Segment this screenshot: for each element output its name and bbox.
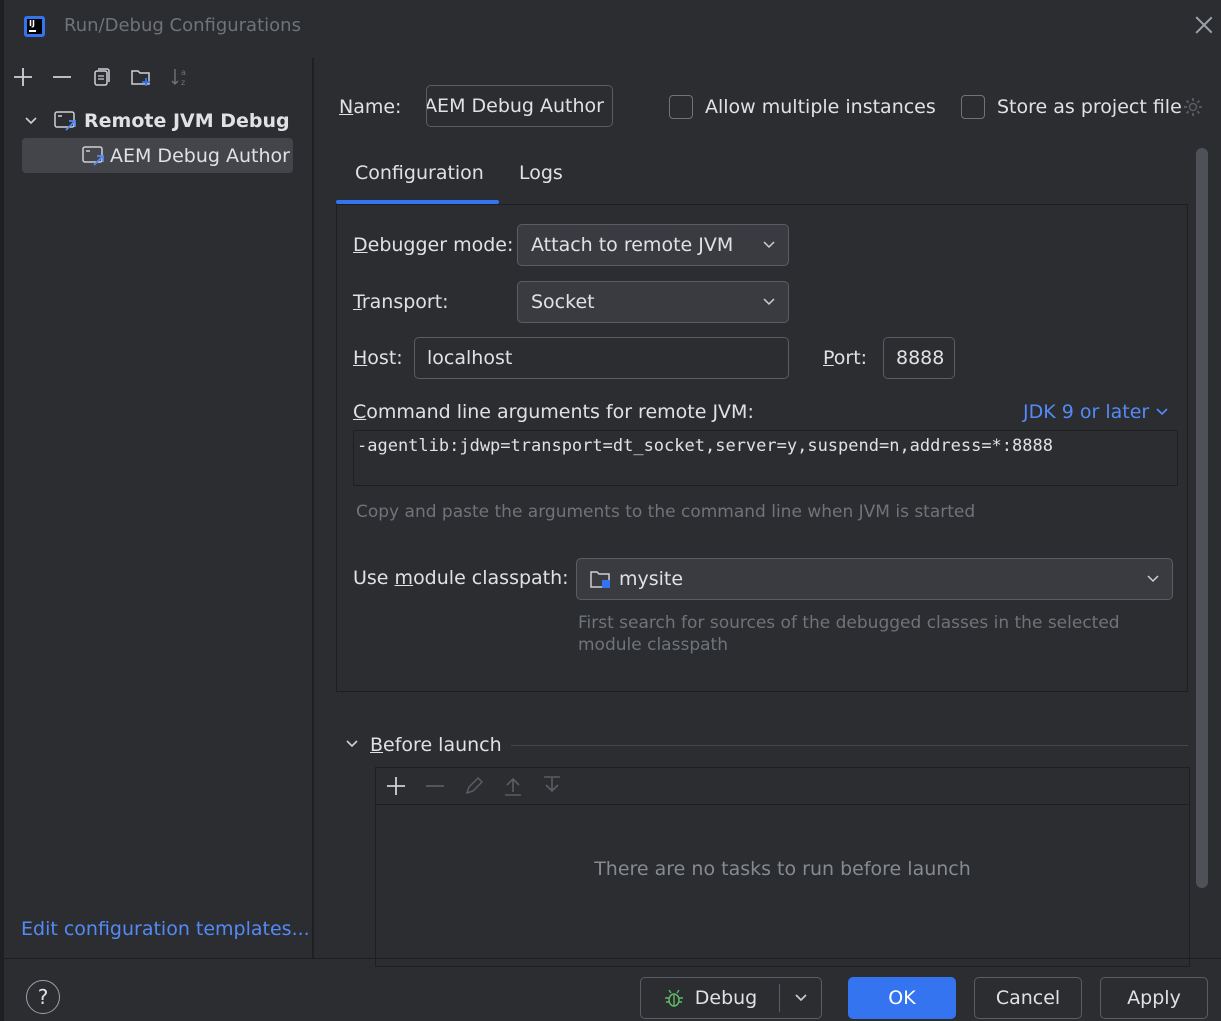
copy-configuration-button[interactable] bbox=[90, 66, 112, 88]
port-label: Port: bbox=[823, 347, 868, 369]
footer-divider bbox=[4, 958, 1221, 959]
tab-logs[interactable]: Logs bbox=[519, 158, 563, 204]
before-launch-separator bbox=[511, 745, 1188, 746]
add-configuration-button[interactable] bbox=[12, 66, 34, 88]
tree-group-label: Remote JVM Debug bbox=[84, 110, 290, 132]
tree-item-aem-debug-author[interactable]: AEM Debug Author bbox=[22, 138, 293, 173]
chevron-down-icon bbox=[1156, 408, 1168, 416]
chevron-down-icon[interactable] bbox=[794, 991, 808, 1005]
debug-split-button: Debug bbox=[640, 977, 822, 1019]
configuration-editor: Name: AEM Debug Author Allow multiple in… bbox=[316, 58, 1221, 967]
before-launch-toolbar bbox=[376, 768, 1189, 805]
plus-icon[interactable] bbox=[384, 774, 408, 798]
host-label: Host: bbox=[353, 347, 403, 369]
new-folder-button[interactable] bbox=[130, 66, 152, 88]
jdk-version-dropdown[interactable]: JDK 9 or later bbox=[1023, 401, 1169, 423]
transport-label: Transport: bbox=[353, 291, 449, 313]
chevron-down-icon bbox=[1147, 575, 1159, 583]
remote-debug-icon bbox=[54, 111, 76, 131]
move-down-icon[interactable] bbox=[540, 774, 564, 798]
host-input[interactable]: localhost bbox=[414, 337, 789, 379]
cancel-button[interactable]: Cancel bbox=[974, 977, 1082, 1019]
title-bar: Run/Debug Configurations bbox=[4, 0, 1221, 54]
allow-multiple-instances-label: Allow multiple instances bbox=[705, 96, 936, 118]
name-input[interactable]: AEM Debug Author bbox=[426, 85, 613, 127]
module-classpath-hint-line1: First search for sources of the debugged… bbox=[578, 613, 1120, 633]
tab-configuration[interactable]: Configuration bbox=[355, 158, 484, 204]
command-line-args-hint: Copy and paste the arguments to the comm… bbox=[356, 502, 976, 522]
edit-configuration-templates-link[interactable]: Edit configuration templates... bbox=[21, 918, 310, 940]
tree-group-remote-jvm-debug[interactable]: Remote JVM Debug bbox=[24, 106, 294, 136]
close-icon[interactable] bbox=[1193, 14, 1215, 36]
debugger-mode-select[interactable]: Attach to remote JVM bbox=[517, 224, 789, 266]
store-as-project-file-checkbox[interactable] bbox=[961, 95, 985, 119]
chevron-down-icon[interactable] bbox=[24, 114, 38, 128]
chevron-down-icon bbox=[763, 298, 775, 306]
command-line-args-field[interactable]: -agentlib:jdwp=transport=dt_socket,serve… bbox=[353, 430, 1178, 486]
allow-multiple-instances-checkbox[interactable] bbox=[669, 95, 693, 119]
apply-button[interactable]: Apply bbox=[1100, 977, 1208, 1019]
remote-debug-icon bbox=[82, 145, 104, 166]
svg-text:z: z bbox=[181, 78, 185, 87]
before-launch-empty-text: There are no tasks to run before launch bbox=[594, 858, 971, 880]
bug-icon bbox=[664, 989, 683, 1007]
tree-item-label: AEM Debug Author bbox=[110, 144, 290, 167]
module-classpath-hint-line2: module classpath bbox=[578, 635, 728, 655]
store-as-project-file-label: Store as project file bbox=[997, 96, 1182, 118]
transport-select[interactable]: Socket bbox=[517, 281, 789, 323]
chevron-down-icon bbox=[763, 241, 775, 249]
before-launch-header[interactable]: Before launch bbox=[370, 734, 502, 756]
window-title: Run/Debug Configurations bbox=[64, 15, 301, 36]
module-classpath-select[interactable]: mysite bbox=[576, 558, 1173, 600]
minus-icon[interactable] bbox=[423, 774, 447, 798]
help-button[interactable]: ? bbox=[26, 980, 60, 1014]
module-folder-icon bbox=[590, 571, 610, 588]
minus-icon bbox=[53, 76, 71, 78]
configurations-sidebar: az Remote JVM Debug AEM Debug Author Edi… bbox=[4, 58, 312, 958]
before-launch-tasks: There are no tasks to run before launch bbox=[375, 767, 1190, 967]
command-line-args-label: Command line arguments for remote JVM: bbox=[353, 401, 754, 423]
sort-alpha-icon: az bbox=[171, 68, 186, 87]
debugger-mode-label: Debugger mode: bbox=[353, 234, 514, 256]
vertical-scrollbar[interactable] bbox=[1196, 148, 1208, 888]
edit-icon[interactable] bbox=[462, 774, 486, 798]
pane-divider[interactable] bbox=[312, 58, 314, 958]
run-debug-configurations-dialog: Run/Debug Configurations az Remote bbox=[4, 0, 1221, 1021]
port-input[interactable]: 8888 bbox=[883, 337, 955, 379]
ok-button[interactable]: OK bbox=[848, 977, 956, 1019]
debug-button[interactable]: Debug bbox=[641, 978, 779, 1018]
sidebar-toolbar: az bbox=[4, 58, 312, 94]
sort-configurations-button[interactable]: az bbox=[170, 66, 192, 88]
gear-icon[interactable] bbox=[1182, 96, 1204, 118]
folder-add-icon bbox=[131, 70, 150, 86]
copy-icon bbox=[94, 68, 110, 86]
chevron-down-icon[interactable] bbox=[345, 737, 359, 751]
name-label: Name: bbox=[339, 96, 402, 118]
svg-text:a: a bbox=[181, 68, 186, 77]
move-up-icon[interactable] bbox=[501, 774, 525, 798]
module-classpath-label: Use module classpath: bbox=[353, 567, 569, 589]
plus-icon bbox=[14, 68, 32, 86]
remove-configuration-button[interactable] bbox=[51, 66, 73, 88]
intellij-logo-icon bbox=[24, 16, 45, 37]
split-separator bbox=[779, 984, 780, 1012]
